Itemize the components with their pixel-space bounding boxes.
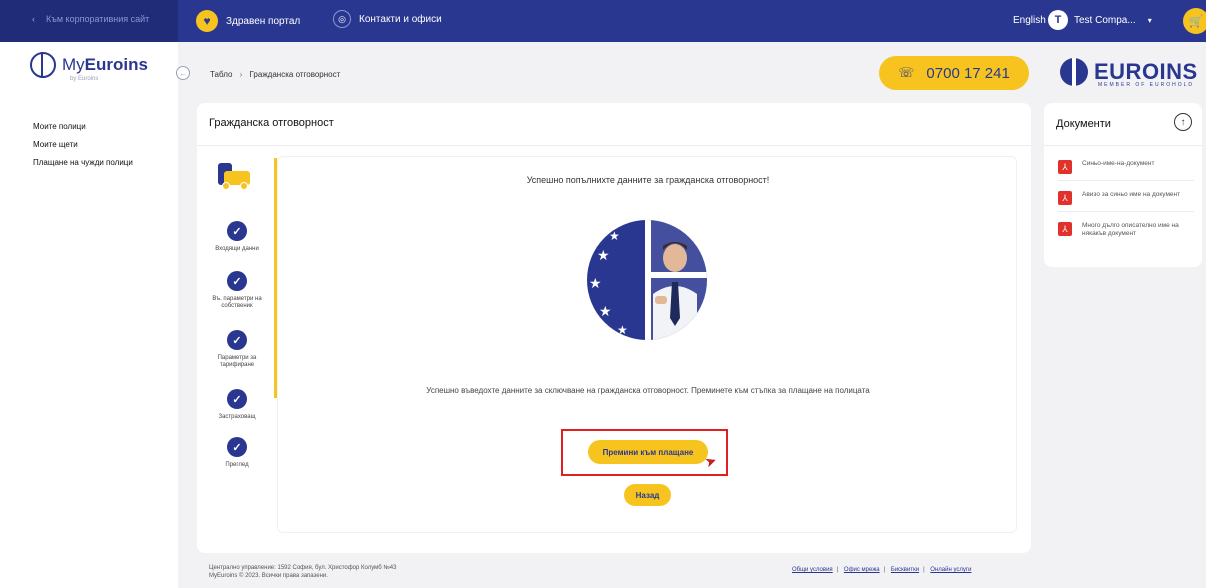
cart-icon[interactable]: 🛒 (1183, 8, 1206, 34)
step-label: Параметри за тарифиране (217, 355, 257, 369)
sidebar-item-my-policies[interactable]: Моите полици (33, 122, 133, 131)
user-name: Test Compa... (1074, 14, 1136, 26)
back-button[interactable]: Назад (624, 484, 671, 506)
pdf-icon: ⅄ (1058, 191, 1072, 205)
chevron-down-icon: ▾ (1147, 15, 1152, 25)
page-title: Гражданска отговорност (209, 117, 334, 129)
heart-pulse-icon: ♥ (196, 10, 218, 32)
step-tariff-params[interactable]: ✓ Параметри за тарифиране (201, 330, 273, 369)
contacts-link[interactable]: ◎ Контакти и офиси (333, 10, 442, 28)
svg-text:★: ★ (597, 248, 610, 264)
phone-button[interactable]: ☏ 0700 17 241 (879, 56, 1029, 90)
document-name: Авизо за синьо име на документ (1082, 191, 1181, 198)
logo-name-light: My (62, 55, 85, 74)
breadcrumb-home[interactable]: Табло (210, 70, 232, 79)
breadcrumb-current: Гражданска отговорност (249, 70, 341, 79)
phone-icon: ☏ (898, 65, 915, 80)
proceed-to-payment-button[interactable]: Премини към плащане (588, 440, 708, 464)
chevron-right-icon: › (239, 70, 243, 79)
logo-name-bold: Euroins (84, 55, 148, 74)
document-name: Много дълго описателно име на някакъв до… (1082, 222, 1179, 237)
divider (1044, 145, 1202, 146)
footer-link-online-services[interactable]: Онлайн услуги (930, 567, 971, 573)
step-owner-params[interactable]: ✓ Въ. параметри на собственик (201, 271, 273, 310)
health-portal-label: Здравен портал (226, 15, 301, 27)
footer-info: Централно управление: 1592 София, бул. Х… (209, 564, 396, 581)
check-icon: ✓ (227, 389, 247, 409)
user-menu[interactable]: T Test Compa... ▾ (1048, 10, 1152, 30)
success-message: Успешно въведохте данните за сключване н… (426, 386, 870, 395)
check-icon: ✓ (227, 221, 247, 241)
logo-sub: by Euroins (70, 76, 99, 82)
corporate-site-label: Към корпоративния сайт (46, 14, 150, 24)
success-heading: Успешно попълнихте данните за гражданска… (526, 175, 770, 185)
step-label: Входящи данни (215, 246, 259, 252)
document-name: Синьо-име-на-документ (1082, 160, 1155, 167)
footer-links: Общи условия | Офис мрежа | Бисквитки | Онл… (792, 567, 972, 573)
euroins-tagline: MEMBER OF EUROHOLD (1098, 82, 1195, 88)
step-input-data[interactable]: ✓ Входящи данни (201, 221, 273, 253)
footer-link-terms[interactable]: Общи условия (792, 567, 833, 573)
sidebar: MyEuroins by Euroins Моите полици Моите … (0, 42, 178, 588)
top-bar: ‹ Към корпоративния сайт ♥ Здравен порта… (0, 0, 1206, 42)
footer-address: Централно управление: 1592 София, бул. Х… (209, 565, 397, 571)
step-label: Въ. параметри на собственик (212, 296, 262, 310)
step-label: Преглед (225, 462, 249, 468)
pdf-icon: ⅄ (1058, 222, 1072, 236)
contacts-label: Контакти и офиси (359, 13, 442, 25)
myeuroins-logo-mark (30, 52, 56, 78)
upload-icon[interactable]: ↑ (1174, 113, 1192, 131)
divider (197, 145, 1031, 146)
document-item[interactable]: ⅄ Много дълго описателно име на някакъв … (1058, 222, 1194, 244)
euroins-globe-icon (1060, 58, 1088, 86)
avatar: T (1048, 10, 1068, 30)
location-pin-icon: ◎ (333, 10, 351, 28)
check-icon: ✓ (227, 271, 247, 291)
euroins-logo: EUROINS MEMBER OF EUROHOLD (1060, 58, 1198, 88)
sidebar-menu: Моите полици Моите щети Плащане на чужди… (33, 122, 133, 176)
document-item[interactable]: ⅄ Синьо-име-на-документ (1058, 160, 1194, 181)
chevron-left-icon: ‹ (32, 14, 35, 24)
svg-text:★: ★ (609, 229, 620, 243)
language-switch[interactable]: English (1013, 15, 1046, 26)
success-illustration: ★ ★ ★ ★ ★ (587, 220, 707, 340)
pdf-icon: ⅄ (1058, 160, 1072, 174)
content-panel: Успешно попълнихте данните за гражданска… (277, 156, 1017, 533)
collapse-sidebar-button[interactable]: ← (176, 66, 190, 80)
svg-text:★: ★ (589, 276, 602, 292)
sidebar-item-pay-others[interactable]: Плащане на чужди полици (33, 158, 133, 167)
svg-text:★: ★ (617, 323, 628, 337)
corporate-site-link[interactable]: ‹ Към корпоративния сайт (0, 0, 178, 42)
step-insurer[interactable]: ✓ Застраховащ (201, 389, 273, 421)
breadcrumb: Табло › Гражданска отговорност (210, 70, 340, 79)
documents-card: Документи ↑ ⅄ Синьо-име-на-документ ⅄ Ав… (1044, 103, 1202, 267)
footer-link-offices[interactable]: Офис мрежа (844, 567, 880, 573)
documents-title: Документи (1056, 118, 1111, 130)
svg-text:★: ★ (599, 304, 612, 320)
step-review[interactable]: ✓ Преглед (201, 437, 273, 469)
step-label: Застраховащ (218, 414, 256, 420)
phone-number: 0700 17 241 (926, 64, 1010, 82)
health-portal-link[interactable]: ♥ Здравен портал (196, 10, 300, 32)
sidebar-item-my-claims[interactable]: Моите щети (33, 140, 133, 149)
main-card: Гражданска отговорност ✓ Входящи данни ✓… (197, 103, 1031, 553)
document-item[interactable]: ⅄ Авизо за синьо име на документ (1058, 191, 1194, 212)
truck-icon (214, 163, 254, 191)
footer-copyright: MyEuroins © 2023. Всички права запазени. (209, 573, 328, 580)
myeuroins-logo[interactable]: MyEuroins by Euroins (30, 52, 148, 82)
check-icon: ✓ (227, 437, 247, 457)
footer-link-cookies[interactable]: Бисквитки (891, 567, 919, 573)
check-icon: ✓ (227, 330, 247, 350)
